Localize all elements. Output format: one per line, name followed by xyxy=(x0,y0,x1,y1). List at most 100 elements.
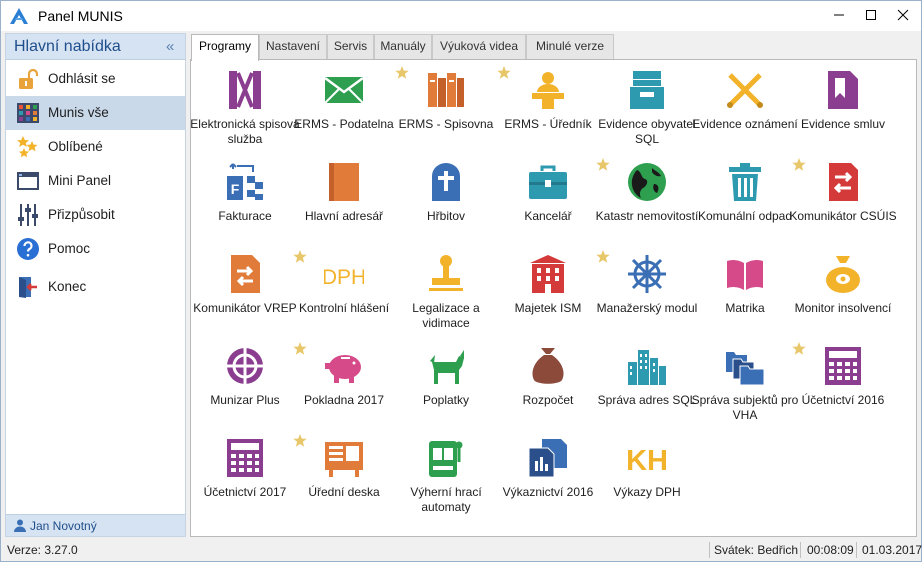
app-label: Elektronická spisová služba xyxy=(190,117,300,146)
app-invoicing[interactable]: F Fakturace xyxy=(193,152,297,240)
app-label: Matrika xyxy=(725,301,765,315)
date-label: 01.03.2017 xyxy=(862,543,922,557)
app-manager-module[interactable]: Manažerský modul xyxy=(595,244,699,332)
app-registry-office[interactable]: Matrika xyxy=(693,244,797,332)
sidebar-item-logout[interactable]: Odhlásit se xyxy=(6,62,185,96)
app-erms-registry[interactable]: ERMS - Podatelna xyxy=(292,60,396,148)
sidebar-item-mini-panel[interactable]: Mini Panel xyxy=(6,164,185,198)
app-insolvency-monitor[interactable]: Monitor insolvencí xyxy=(791,244,895,332)
app-population-register[interactable]: Evidence obyvatel SQL xyxy=(595,60,699,148)
app-cemetery[interactable]: Hřbitov xyxy=(394,152,498,240)
maximize-icon xyxy=(866,10,876,20)
unlock-icon xyxy=(19,68,39,89)
app-label: Komunikátor CSÚIS xyxy=(789,209,897,223)
app-budget[interactable]: Rozpočet xyxy=(496,336,600,424)
close-icon xyxy=(897,9,909,21)
tab-manuals[interactable]: Manuály xyxy=(374,34,432,59)
app-label: Komunální odpad xyxy=(697,209,793,223)
calculator-icon xyxy=(227,439,263,477)
app-label: Hřbitov xyxy=(426,209,465,223)
favorite-star-icon xyxy=(293,250,307,263)
programs-panel: Elektronická spisová služba ERMS - Podat… xyxy=(190,59,917,537)
app-erms-archive[interactable]: ERMS - Spisovna xyxy=(394,60,498,148)
sidebar-item-label: Pomoc xyxy=(48,241,91,256)
app-land-registry[interactable]: Katastr nemovitostí xyxy=(595,152,699,240)
slot-machine-icon xyxy=(429,441,463,477)
minimize-button[interactable] xyxy=(821,1,857,29)
app-electronic-filing[interactable]: Elektronická spisová služba xyxy=(190,60,300,148)
sidebar-item-favorites[interactable]: Oblíbené xyxy=(6,130,185,164)
favorite-star-icon xyxy=(293,342,307,355)
app-vrep-communicator[interactable]: Komunikátor VREP xyxy=(193,244,297,332)
tab-previous-versions[interactable]: Minulé verze xyxy=(526,34,614,59)
app-label: Výkaznictví 2016 xyxy=(502,485,594,499)
app-property-ism[interactable]: Majetek ISM xyxy=(496,244,600,332)
sack-icon xyxy=(532,348,564,384)
app-contracts[interactable]: Evidence smluv xyxy=(791,60,895,148)
app-label: Rozpočet xyxy=(522,393,574,407)
collapse-sidebar-icon[interactable]: « xyxy=(166,38,174,55)
app-vat-reports[interactable]: KH Výkazy DPH xyxy=(595,428,699,516)
app-slot-machines[interactable]: Výherní hrací automaty xyxy=(394,428,498,516)
maximize-button[interactable] xyxy=(853,1,889,29)
app-label: Evidence oznámení xyxy=(692,117,798,131)
session-time-label: 00:08:09 xyxy=(807,543,854,557)
sidebar-item-label: Munis vše xyxy=(48,105,109,120)
minimize-icon xyxy=(834,14,844,16)
money-bag-icon xyxy=(826,256,860,293)
app-accounting-2016[interactable]: Účetnictví 2016 xyxy=(791,336,895,424)
tab-training-videos[interactable]: Výuková videa xyxy=(432,34,526,59)
app-label: Úřední deska xyxy=(308,485,380,499)
app-label: Výherní hrací automaty xyxy=(410,485,482,514)
favorite-star-icon xyxy=(792,342,806,355)
app-label: Katastr nemovitostí xyxy=(595,209,699,223)
app-fees[interactable]: Poplatky xyxy=(394,336,498,424)
city-icon xyxy=(628,350,666,385)
app-cash-register-2017[interactable]: Pokladna 2017 xyxy=(292,336,396,424)
sidebar-item-label: Odhlásit se xyxy=(48,71,116,86)
sidebar-title: Hlavní nabídka xyxy=(14,38,121,55)
app-label: Evidence smluv xyxy=(800,117,886,131)
app-label: Účetnictví 2016 xyxy=(801,393,885,407)
app-main-directory[interactable]: Hlavní adresář xyxy=(292,152,396,240)
app-address-management[interactable]: Správa adres SQL xyxy=(595,336,699,424)
current-user-bar[interactable]: Jan Novotný xyxy=(6,514,185,536)
app-notifications[interactable]: Evidence oznámení xyxy=(692,60,798,148)
app-window: Panel MUNIS Hlavní nabídka « Odhlásit se xyxy=(0,0,922,562)
sidebar-item-exit[interactable]: Konec xyxy=(6,270,185,304)
app-subject-management-vha[interactable]: Správa subjektů pro VHA xyxy=(692,336,798,424)
tab-settings[interactable]: Nastavení xyxy=(259,34,327,59)
sidebar-item-help[interactable]: Pomoc xyxy=(6,232,185,266)
app-csuis-communicator[interactable]: Komunikátor CSÚIS xyxy=(789,152,897,240)
sidebar-item-munis-all[interactable]: Munis vše xyxy=(6,96,185,130)
sidebar-item-label: Mini Panel xyxy=(48,173,112,188)
app-label: Poplatky xyxy=(422,393,470,407)
app-legalization[interactable]: Legalizace a vidimace xyxy=(394,244,498,332)
app-control-report[interactable]: DPH Kontrolní hlášení xyxy=(292,244,396,332)
invoice-icon: F xyxy=(227,163,263,200)
tab-programs[interactable]: Programy xyxy=(191,34,259,61)
app-official-notice-board[interactable]: Úřední deska xyxy=(292,428,396,516)
app-reporting-2016[interactable]: Výkaznictví 2016 xyxy=(496,428,600,516)
favorite-star-icon xyxy=(596,250,610,263)
main-menu-sidebar: Hlavní nabídka « Odhlásit se Munis vše O… xyxy=(5,33,186,537)
window-icon xyxy=(17,172,39,190)
kh-text-icon: KH xyxy=(627,445,667,477)
app-office[interactable]: Kancelář xyxy=(496,152,600,240)
app-label: Komunikátor VREP xyxy=(193,301,297,315)
app-munizar-plus[interactable]: Munizar Plus xyxy=(193,336,297,424)
tab-service[interactable]: Servis xyxy=(327,34,374,59)
favorite-star-icon xyxy=(293,434,307,447)
app-label: Pokladna 2017 xyxy=(303,393,385,407)
app-municipal-waste[interactable]: Komunální odpad xyxy=(693,152,797,240)
sidebar-item-customize[interactable]: Přizpůsobit xyxy=(6,198,185,232)
app-label: Hlavní adresář xyxy=(304,209,384,223)
app-label: Výkazy DPH xyxy=(613,485,681,499)
app-label: Legalizace a vidimace xyxy=(412,301,480,330)
close-button[interactable] xyxy=(885,1,921,29)
name-day-label: Svátek: Bedřich xyxy=(714,543,799,557)
title-bar: Panel MUNIS xyxy=(1,1,921,31)
app-label: ERMS - Úředník xyxy=(504,117,592,131)
app-accounting-2017[interactable]: Účetnictví 2017 xyxy=(193,428,297,516)
app-erms-clerk[interactable]: ERMS - Úředník xyxy=(496,60,600,148)
